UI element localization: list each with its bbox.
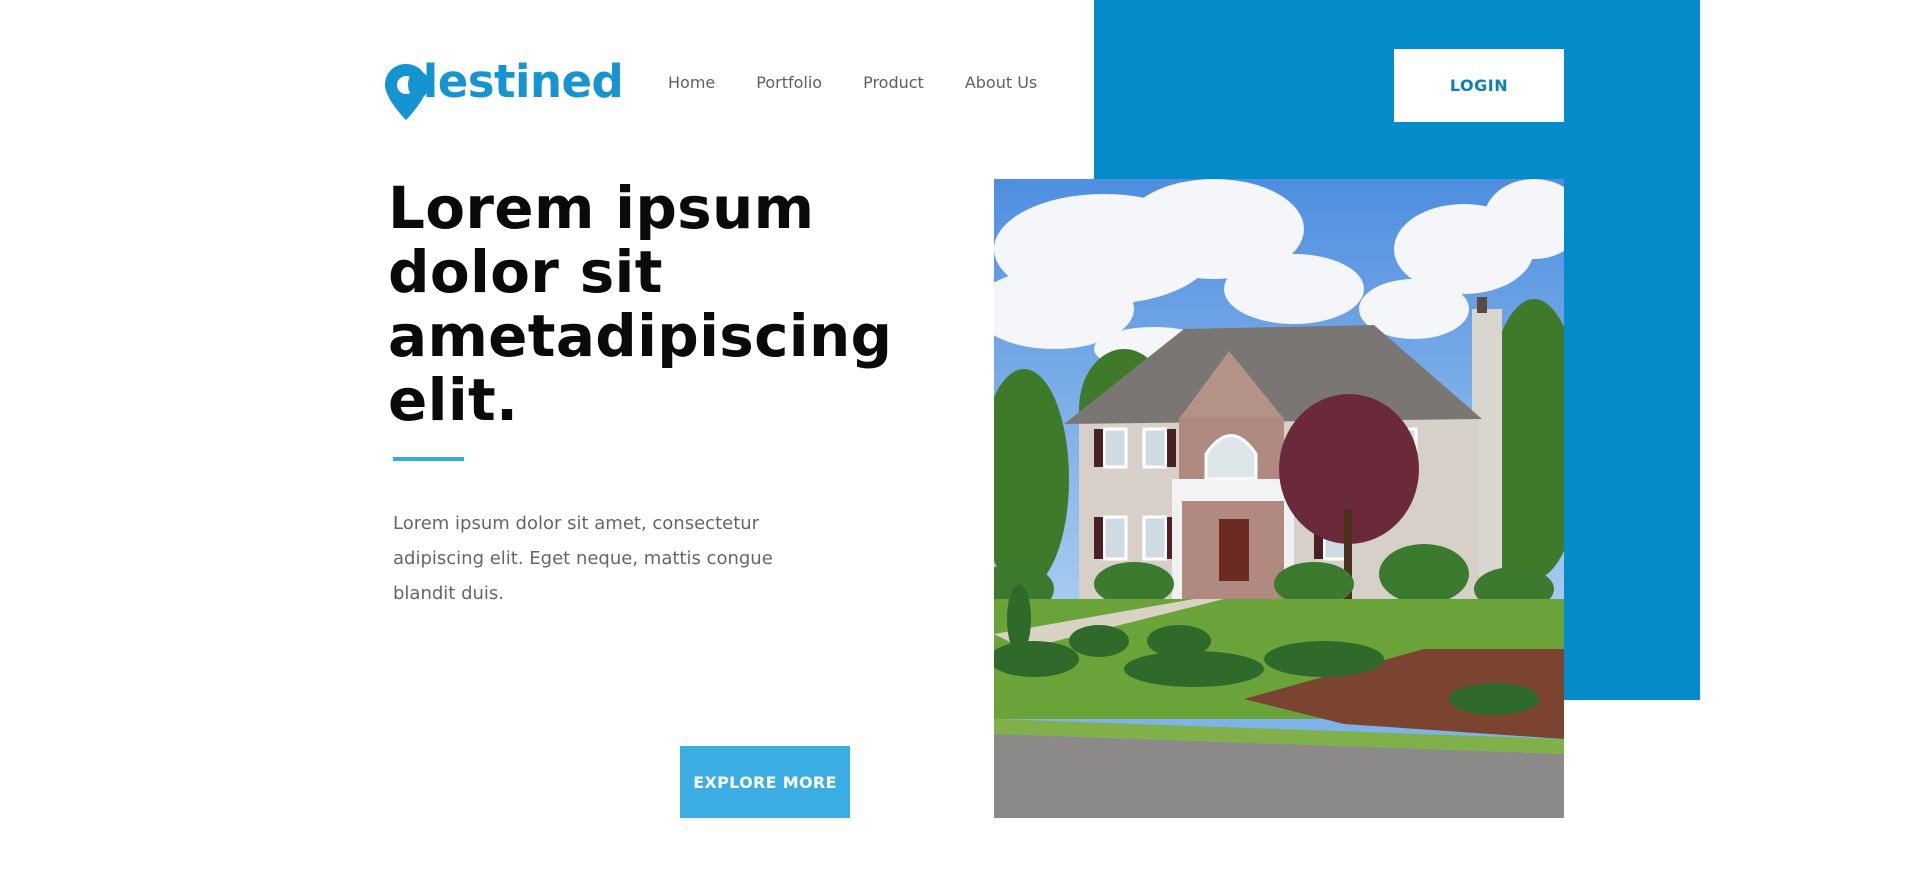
nav-item-product[interactable]: Product (863, 72, 924, 94)
logo-wordmark: destined (406, 55, 624, 108)
destined-logo[interactable]: destined (384, 56, 624, 126)
explore-more-button[interactable]: EXPLORE MORE (680, 746, 850, 818)
nav-item-about-us[interactable]: About Us (965, 72, 1037, 94)
hero-headline: Lorem ipsum dolor sit ametadipiscing elit. (388, 176, 908, 432)
nav-item-home[interactable]: Home (668, 72, 715, 94)
headline-line-3: ametadipiscing (388, 302, 893, 370)
nav-item-portfolio[interactable]: Portfolio (756, 72, 822, 94)
headline-line-4: elit. (388, 366, 519, 434)
hero-description: Lorem ipsum dolor sit amet, consectetur … (393, 513, 773, 604)
headline-line-1: Lorem ipsum (388, 174, 815, 242)
headline-line-2: dolor sit (388, 238, 663, 306)
login-button[interactable]: LOGIN (1394, 49, 1564, 122)
headline-divider (393, 457, 464, 461)
house-photo (994, 179, 1564, 818)
house-illustration (994, 179, 1564, 818)
main-nav: Home Portfolio Product About Us (668, 72, 1078, 94)
